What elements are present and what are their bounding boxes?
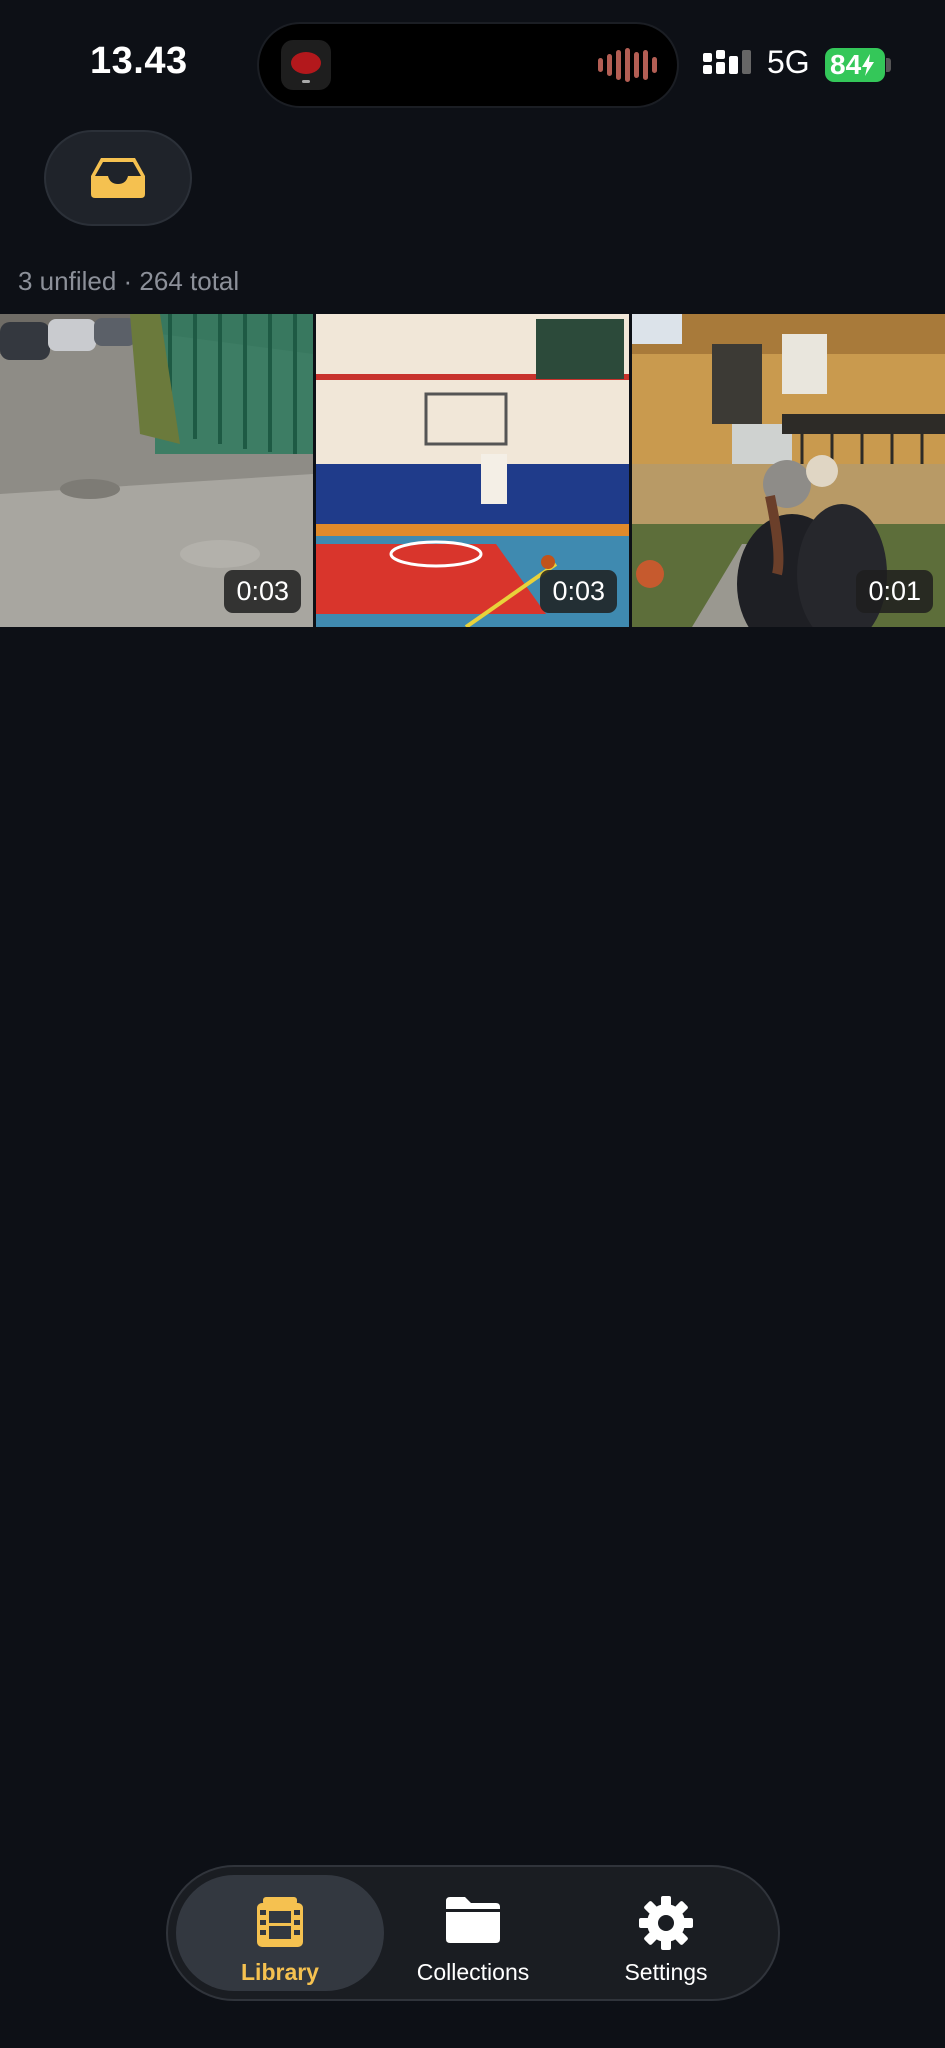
cellular-signal-icon bbox=[703, 50, 751, 81]
battery-cap bbox=[886, 58, 891, 72]
status-time: 13.43 bbox=[90, 40, 188, 82]
network-type: 5G bbox=[767, 44, 810, 80]
tab-library[interactable]: Library bbox=[176, 1875, 384, 1991]
inbox-tray-icon bbox=[91, 158, 145, 198]
folder-icon bbox=[446, 1897, 500, 1943]
charging-bolt-icon bbox=[862, 54, 875, 76]
video-duration: 0:03 bbox=[224, 570, 301, 613]
tab-settings-label: Settings bbox=[624, 1959, 708, 1985]
dynamic-island[interactable] bbox=[259, 24, 677, 106]
video-thumbnail[interactable]: 0:01 bbox=[632, 314, 945, 627]
video-duration: 0:03 bbox=[540, 570, 617, 613]
tab-collections[interactable]: Collections bbox=[369, 1875, 577, 1991]
tab-settings[interactable]: Settings bbox=[562, 1875, 770, 1991]
battery-indicator: 84 bbox=[825, 48, 885, 82]
now-playing-app-icon bbox=[281, 40, 331, 90]
video-thumbnail[interactable]: 0:03 bbox=[0, 314, 313, 627]
video-duration: 0:01 bbox=[856, 570, 933, 613]
library-summary: 3 unfiled · 264 total bbox=[18, 266, 240, 296]
battery-level: 84 bbox=[830, 49, 862, 80]
video-thumbnail[interactable]: 0:03 bbox=[316, 314, 629, 627]
tab-collections-label: Collections bbox=[416, 1959, 530, 1985]
film-icon bbox=[257, 1897, 303, 1947]
audio-waveform-icon bbox=[598, 48, 657, 82]
inbox-button[interactable] bbox=[44, 130, 192, 226]
gear-icon bbox=[639, 1896, 693, 1950]
tab-bar: Library Collections Settings bbox=[166, 1865, 780, 2001]
tab-library-label: Library bbox=[241, 1959, 319, 1985]
